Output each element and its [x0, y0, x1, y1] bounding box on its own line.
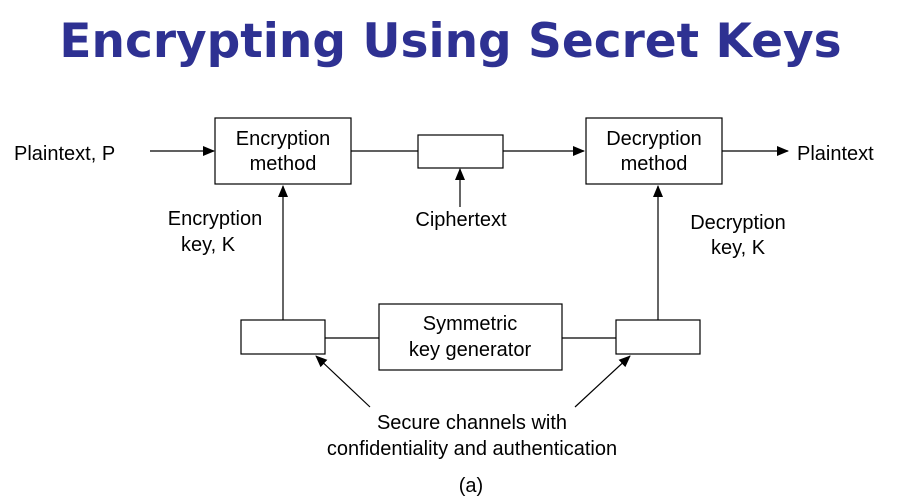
encryption-key-label-line2: key, K	[181, 234, 236, 256]
left-channel-box	[240, 319, 326, 355]
encryption-diagram: Plaintext, P Encryption method Ciphertex…	[14, 117, 874, 497]
decryption-key-label-line2: key, K	[711, 237, 766, 259]
ciphertext-box	[417, 134, 504, 169]
right-channel-box	[615, 319, 701, 355]
secure-channel-arrow-left	[315, 355, 371, 408]
decryption-key-label-line1: Decryption	[690, 212, 786, 234]
decryption-method-label-line2: method	[621, 153, 688, 175]
encryption-key-label-line1: Encryption	[168, 208, 263, 230]
key-generator-label-line1: Symmetric	[423, 313, 517, 335]
encryption-method-label-line2: method	[250, 153, 317, 175]
key-generator-label-line2: key generator	[409, 339, 532, 361]
secure-channels-label-line2: confidentiality and authentication	[327, 438, 617, 460]
slide: Encrypting Using Secret Keys Plaintext, …	[0, 0, 901, 500]
plaintext-input-label: Plaintext, P	[14, 143, 115, 165]
plaintext-output-label: Plaintext	[797, 143, 874, 165]
secure-channel-arrow-right	[574, 355, 631, 408]
figure-caption: (a)	[459, 475, 483, 497]
secure-channels-label-line1: Secure channels with	[377, 412, 567, 434]
ciphertext-label: Ciphertext	[415, 209, 507, 231]
encryption-method-label-line1: Encryption	[236, 128, 331, 150]
decryption-method-label-line1: Decryption	[606, 128, 702, 150]
